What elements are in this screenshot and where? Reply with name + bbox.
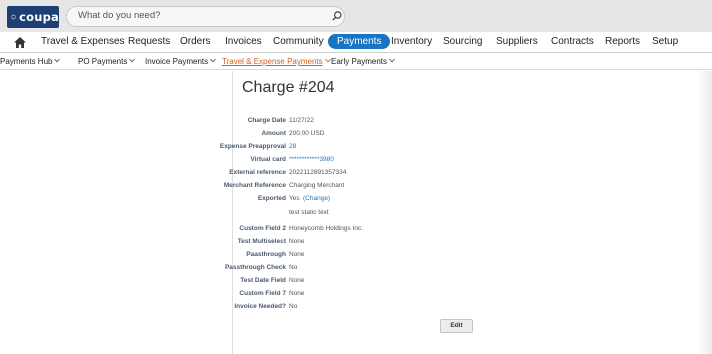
field-value-custom-field-7: None: [289, 290, 305, 297]
field-value-invoice-needed: No: [289, 303, 298, 310]
field-label-invoice-needed: Invoice Needed?: [234, 303, 286, 310]
field-value-test-multiselect: None: [289, 238, 305, 245]
field-label-paasthrough: Paasthrough: [246, 251, 286, 258]
field-label-test-date-field: Test Date Field: [240, 277, 286, 284]
field-label-amount: Amount: [261, 130, 286, 137]
nav-reports[interactable]: Reports: [605, 36, 640, 47]
subnav-invoice-payments[interactable]: Invoice Payments: [145, 57, 216, 66]
field-label-virtual-card: Virtual card: [250, 156, 286, 163]
virtual-card-link[interactable]: ************3980: [289, 156, 334, 163]
nav-orders[interactable]: Orders: [180, 36, 211, 47]
page-title: Charge #204: [242, 79, 335, 96]
subnav-po-payments[interactable]: PO Payments: [78, 57, 136, 66]
subnav-early-payments[interactable]: Early Payments: [331, 57, 395, 66]
change-exported-link[interactable]: (Change): [303, 195, 330, 202]
search-placeholder: What do you need?: [78, 10, 161, 21]
nav-suppliers[interactable]: Suppliers: [496, 36, 538, 47]
home-icon[interactable]: [13, 36, 27, 49]
static-text: test static text: [289, 209, 329, 216]
field-label-passthrough-check: Passthrough Check: [224, 264, 286, 271]
field-label-merchant-reference: Merchant Reference: [223, 182, 286, 189]
field-value-external-reference: 2022112891357334: [289, 169, 347, 176]
coupa-logo[interactable]: coupa: [7, 6, 59, 28]
field-value-amount: 200.00 USD: [289, 130, 325, 137]
chevron-down-icon: [324, 58, 331, 63]
field-value-custom-field-2: Honeycomb Holdings Inc.: [289, 225, 364, 232]
field-label-expense-preapproval: Expense Preapproval: [219, 143, 286, 150]
field-label-custom-field-7: Custom Field 7: [239, 290, 286, 297]
field-value-test-date-field: None: [289, 277, 305, 284]
sub-nav: Payments Hub PO Payments Invoice Payment…: [0, 54, 712, 70]
coupa-logo-icon: [11, 14, 16, 20]
nav-invoices[interactable]: Invoices: [225, 36, 262, 47]
search-icon[interactable]: [331, 10, 343, 22]
nav-travel-expenses[interactable]: Travel & Expenses: [41, 36, 125, 47]
top-bar: coupa What do you need?: [0, 0, 712, 32]
chevron-down-icon: [54, 58, 61, 63]
field-value-merchant-reference: Charging Merchant: [289, 182, 345, 189]
nav-setup[interactable]: Setup: [652, 36, 678, 47]
chevron-down-icon: [389, 58, 395, 63]
subnav-payments-hub[interactable]: Payments Hub: [0, 57, 61, 66]
field-label-charge-date: Charge Date: [247, 117, 286, 124]
nav-community[interactable]: Community: [273, 36, 324, 47]
search-input[interactable]: What do you need?: [66, 6, 345, 27]
field-label-test-multiselect: Test Multiselect: [237, 238, 286, 245]
nav-sourcing[interactable]: Sourcing: [443, 36, 482, 47]
expense-preapproval-link[interactable]: 28: [289, 143, 296, 150]
edit-button[interactable]: Edit: [440, 319, 473, 333]
field-label-custom-field-2: Custom Field 2: [239, 225, 286, 232]
chevron-down-icon: [210, 58, 216, 63]
field-value-paasthrough: None: [289, 251, 305, 258]
subnav-travel-expense-payments[interactable]: Travel & Expense Payments: [222, 57, 331, 66]
field-value-charge-date: 11/27/22: [289, 117, 314, 124]
nav-contracts[interactable]: Contracts: [551, 36, 594, 47]
right-edge-shadow: [698, 71, 712, 354]
field-value-passthrough-check: No: [289, 264, 298, 271]
nav-requests[interactable]: Requests: [128, 36, 170, 47]
main-nav: Travel & Expenses Requests Orders Invoic…: [0, 32, 712, 53]
nav-payments[interactable]: Payments: [328, 34, 391, 49]
nav-inventory[interactable]: Inventory: [391, 36, 432, 47]
field-label-external-reference: External reference: [229, 169, 286, 176]
field-label-exported: Exported: [257, 195, 286, 202]
logo-text: coupa: [19, 10, 59, 24]
chevron-down-icon: [129, 58, 136, 63]
left-pane: [0, 71, 233, 354]
field-value-exported: Yes: [289, 195, 300, 202]
